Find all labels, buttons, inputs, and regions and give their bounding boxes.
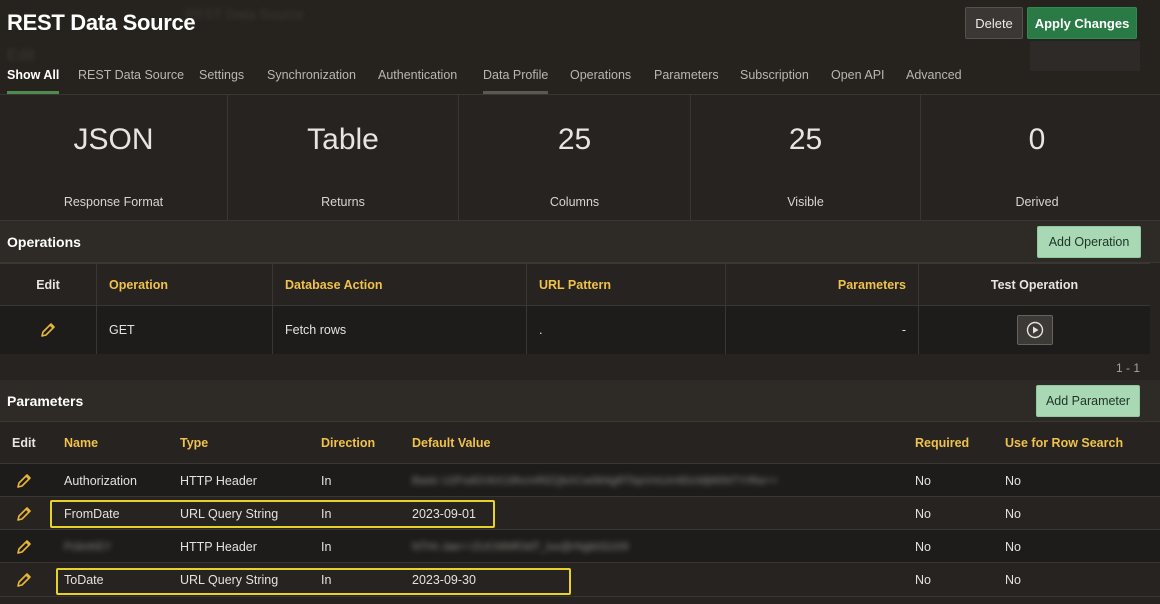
col-type[interactable]: Type bbox=[180, 422, 208, 464]
tab-settings[interactable]: Settings bbox=[199, 68, 244, 91]
highlight-box-fromdate bbox=[50, 500, 495, 528]
pagination-range: 1 - 1 bbox=[1115, 361, 1140, 375]
col-direction[interactable]: Direction bbox=[321, 422, 375, 464]
edit-cell[interactable] bbox=[15, 530, 33, 563]
param-type: HTTP Header bbox=[180, 539, 257, 554]
table-row: Authorization HTTP Header In Basic U2Fsd… bbox=[0, 464, 1160, 497]
stat-value: Table bbox=[307, 123, 379, 156]
tab-synchronization[interactable]: Synchronization bbox=[267, 68, 356, 91]
operations-table-header: Edit Operation Database Action URL Patte… bbox=[0, 264, 1150, 306]
highlight-box-todate bbox=[56, 568, 571, 595]
param-name: PcbnKEY bbox=[64, 540, 112, 553]
page-header: REST Data Source Edit REST Data Source D… bbox=[0, 0, 1160, 95]
delete-button[interactable]: Delete bbox=[965, 7, 1023, 39]
operations-table: Edit Operation Database Action URL Patte… bbox=[0, 263, 1150, 354]
test-operation-button[interactable] bbox=[1016, 315, 1053, 345]
param-direction: In bbox=[321, 539, 332, 554]
table-row: GET Fetch rows . - bbox=[0, 306, 1150, 354]
parameters-region-header: Parameters Add Parameter bbox=[0, 380, 1160, 422]
stat-value: 25 bbox=[557, 123, 592, 156]
stat-value: 25 bbox=[788, 123, 823, 156]
tab-parameters[interactable]: Parameters bbox=[654, 68, 719, 91]
edit-cell[interactable] bbox=[15, 464, 33, 497]
tab-open-api[interactable]: Open API bbox=[831, 68, 885, 91]
pencil-icon[interactable] bbox=[15, 538, 33, 556]
operation-parameters: - bbox=[726, 306, 919, 354]
database-action: Fetch rows bbox=[273, 306, 527, 354]
ghost-subtitle: Edit bbox=[7, 47, 35, 64]
col-row-search[interactable]: Use for Row Search bbox=[1005, 422, 1123, 464]
operations-region-header: Operations Add Operation bbox=[0, 221, 1160, 263]
col-required[interactable]: Required bbox=[915, 422, 969, 464]
stat-label: Returns bbox=[321, 195, 365, 209]
parameters-title: Parameters bbox=[7, 393, 84, 409]
play-icon bbox=[1026, 321, 1043, 339]
test-operation-cell bbox=[919, 306, 1150, 354]
page-title: REST Data Source bbox=[7, 10, 196, 35]
stat-derived: 0 Derived bbox=[921, 95, 1153, 221]
tab-authentication[interactable]: Authentication bbox=[378, 68, 457, 91]
stat-visible: 25 Visible bbox=[691, 95, 921, 221]
param-type: HTTP Header bbox=[180, 473, 257, 488]
stat-value: JSON bbox=[73, 123, 154, 156]
stat-label: Response Format bbox=[63, 195, 164, 209]
operations-pagination: 1 - 1 bbox=[0, 354, 1160, 381]
tab-show-all[interactable]: Show All bbox=[7, 68, 60, 94]
add-operation-button[interactable]: Add Operation bbox=[1037, 226, 1141, 258]
apply-changes-button[interactable]: Apply Changes bbox=[1027, 7, 1137, 39]
param-required: No bbox=[915, 572, 931, 587]
stat-label: Derived bbox=[1015, 195, 1059, 209]
pencil-icon[interactable] bbox=[15, 571, 33, 589]
parameters-table-header: Edit Name Type Direction Default Value R… bbox=[0, 422, 1160, 464]
param-name: Authorization bbox=[64, 473, 137, 488]
param-row-search: No bbox=[1005, 506, 1021, 521]
param-row-search: No bbox=[1005, 572, 1021, 587]
param-required: No bbox=[915, 539, 931, 554]
stat-response-format: JSON Response Format bbox=[0, 95, 228, 221]
data-profile-stats: JSON Response Format Table Returns 25 Co… bbox=[0, 95, 1160, 221]
tab-operations[interactable]: Operations bbox=[570, 68, 631, 91]
tab-subscription[interactable]: Subscription bbox=[740, 68, 809, 91]
col-operation[interactable]: Operation bbox=[97, 264, 273, 306]
pencil-icon[interactable] bbox=[15, 472, 33, 490]
param-default-value: Basic U2FsdGVkX19hcmRlZQbXCw0kNgRTbpVmUm… bbox=[412, 474, 778, 487]
param-row-search: No bbox=[1005, 539, 1021, 554]
tab-advanced[interactable]: Advanced bbox=[906, 68, 962, 91]
col-name[interactable]: Name bbox=[64, 422, 98, 464]
param-required: No bbox=[915, 506, 931, 521]
pencil-icon[interactable] bbox=[15, 505, 33, 523]
col-edit: Edit bbox=[0, 264, 97, 306]
edit-cell[interactable] bbox=[15, 563, 33, 596]
col-test-operation: Test Operation bbox=[990, 278, 1079, 292]
add-parameter-button[interactable]: Add Parameter bbox=[1036, 385, 1140, 417]
col-parameters[interactable]: Parameters bbox=[726, 264, 919, 306]
tab-data-profile[interactable]: Data Profile bbox=[483, 68, 549, 94]
edit-cell[interactable] bbox=[0, 306, 97, 354]
param-required: No bbox=[915, 473, 931, 488]
param-default-value: NTHr-Jae==ZUCMMR3dT_lux@rNgbt32z09 bbox=[412, 540, 629, 553]
table-row: PcbnKEY HTTP Header In NTHr-Jae==ZUCMMR3… bbox=[0, 530, 1160, 563]
param-row-search: No bbox=[1005, 473, 1021, 488]
stat-label: Columns bbox=[549, 195, 600, 209]
stat-label: Visible bbox=[787, 195, 824, 209]
col-edit: Edit bbox=[12, 436, 36, 450]
operation-method: GET bbox=[97, 306, 273, 354]
pencil-icon[interactable] bbox=[39, 321, 57, 339]
stat-columns: 25 Columns bbox=[459, 95, 691, 221]
edit-cell[interactable] bbox=[15, 497, 33, 530]
stat-value: 0 bbox=[1028, 123, 1046, 156]
param-direction: In bbox=[321, 473, 332, 488]
stat-returns: Table Returns bbox=[228, 95, 459, 221]
ghost-button bbox=[1030, 41, 1140, 71]
ghost-breadcrumb: REST Data Source bbox=[185, 6, 304, 22]
col-database-action[interactable]: Database Action bbox=[273, 264, 527, 306]
tab-rest-data-source[interactable]: REST Data Source bbox=[78, 68, 184, 91]
operations-title: Operations bbox=[7, 234, 81, 250]
col-url-pattern[interactable]: URL Pattern bbox=[527, 264, 726, 306]
url-pattern: . bbox=[527, 306, 726, 354]
col-default-value[interactable]: Default Value bbox=[412, 422, 491, 464]
